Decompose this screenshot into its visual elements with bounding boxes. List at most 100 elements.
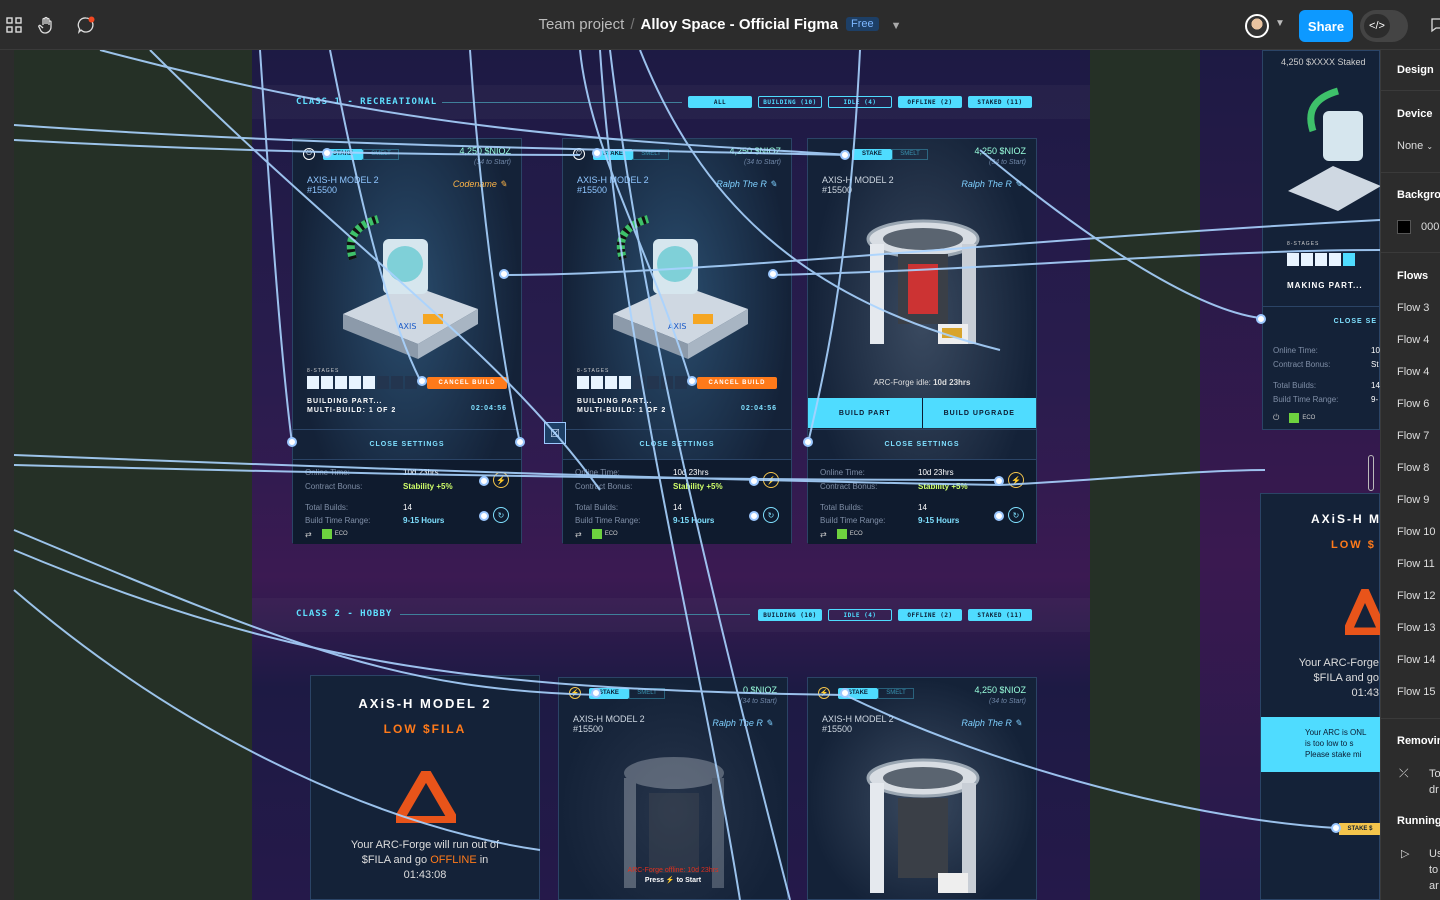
smelt-button[interactable]: SMELT	[633, 148, 669, 160]
owner-name[interactable]: Codename ✎	[453, 179, 507, 190]
flow-item[interactable]: Flow 12	[1397, 590, 1436, 602]
tab-design[interactable]: Design	[1397, 64, 1434, 76]
stake-button[interactable]: STAKE	[852, 148, 892, 160]
connection-node[interactable]	[803, 437, 813, 447]
flow-item[interactable]: Flow 4	[1397, 366, 1429, 378]
notification-icon[interactable]	[1426, 13, 1440, 37]
owner-name[interactable]: Ralph The R ✎	[712, 718, 773, 729]
flow-item[interactable]: Flow 7	[1397, 430, 1429, 442]
close-icon[interactable]: ☒	[544, 422, 566, 444]
connection-node[interactable]	[994, 511, 1004, 521]
connection-node[interactable]	[499, 269, 509, 279]
bolt-icon[interactable]: ⚡	[1008, 472, 1024, 488]
smelt-button[interactable]: SMELT	[363, 148, 399, 160]
chevron-down-icon[interactable]: ▼	[1275, 18, 1285, 29]
background-value[interactable]: 000	[1421, 221, 1439, 233]
filter-pill[interactable]: BUILDING (10)	[758, 96, 822, 108]
connection-node[interactable]	[287, 437, 297, 447]
flow-item[interactable]: Flow 9	[1397, 494, 1429, 506]
flow-item[interactable]: Flow 11	[1397, 558, 1435, 570]
connection-node[interactable]	[687, 376, 697, 386]
flow-item[interactable]: Flow 13	[1397, 622, 1436, 634]
owner-name[interactable]: Ralph The R ✎	[961, 718, 1022, 729]
design-canvas[interactable]: CLASS 1 - RECREATIONAL ALL BUILDING (10)…	[0, 50, 1380, 900]
swap-icon[interactable]: ⇄	[820, 530, 827, 539]
cancel-build-button[interactable]: CANCEL BUILD	[427, 377, 507, 389]
edit-icon[interactable]: ✎	[769, 179, 777, 189]
close-settings-button[interactable]: CLOSE SETTINGS	[563, 429, 791, 459]
bolt-icon[interactable]: ⚡	[493, 472, 509, 488]
flow-item[interactable]: Flow 3	[1397, 302, 1429, 314]
connection-node[interactable]	[479, 476, 489, 486]
dev-mode-toggle[interactable]: </>	[1360, 10, 1408, 42]
avatar[interactable]	[1245, 14, 1269, 38]
build-upgrade-button[interactable]: BUILD UPGRADE	[921, 398, 1037, 428]
connection-node[interactable]	[994, 476, 1004, 486]
device-select[interactable]: None ⌄	[1397, 140, 1433, 152]
close-settings-button[interactable]: CLOSE SE	[1263, 306, 1379, 336]
flow-item[interactable]: Flow 14	[1397, 654, 1436, 666]
owner-name[interactable]: Ralph The R ✎	[716, 179, 777, 190]
play-icon[interactable]: ▷	[1401, 847, 1409, 860]
close-settings-button[interactable]: CLOSE SETTINGS	[808, 429, 1036, 459]
power-icon[interactable]: ⏻	[1273, 413, 1279, 423]
filter-pill[interactable]: IDLE (4)	[828, 609, 892, 621]
connection-node[interactable]	[840, 150, 850, 160]
connection-node[interactable]	[479, 511, 489, 521]
filter-pill[interactable]: ALL	[688, 96, 752, 108]
connection-node[interactable]	[592, 148, 602, 158]
low-fila-card[interactable]: AXiS-H MODEL 2 LOW $FILA Your ARC-Forge …	[310, 675, 540, 900]
build-part-button[interactable]: BUILD PART	[808, 398, 922, 428]
edit-icon[interactable]: ✎	[499, 179, 507, 189]
connection-node[interactable]	[768, 269, 778, 279]
smelt-button[interactable]: SMELT	[629, 687, 665, 699]
machine-card[interactable]: ⚡ STAKE SMELT 4,250 $NIOZ (34 to Start) A…	[807, 677, 1037, 900]
bolt-icon[interactable]: ⚡	[763, 472, 779, 488]
connection-node[interactable]	[515, 437, 525, 447]
refresh-icon[interactable]: ↻	[493, 507, 509, 523]
power-icon[interactable]: ⏻	[303, 148, 315, 160]
connection-node[interactable]	[1256, 314, 1266, 324]
filter-pill[interactable]: OFFLINE (2)	[898, 609, 962, 621]
flow-item[interactable]: Flow 4	[1397, 334, 1429, 346]
connection-node[interactable]	[322, 148, 332, 158]
connection-node[interactable]	[840, 688, 850, 698]
smelt-button[interactable]: SMELT	[878, 687, 914, 699]
flow-item[interactable]: Flow 6	[1397, 398, 1429, 410]
connection-node[interactable]	[749, 511, 759, 521]
refresh-icon[interactable]: ↻	[1008, 507, 1024, 523]
close-settings-button[interactable]: CLOSE SETTINGS	[293, 429, 521, 459]
swap-icon[interactable]: ⇄	[305, 530, 312, 539]
connection-node[interactable]	[1331, 823, 1341, 833]
owner-name[interactable]: Ralph The R ✎	[961, 179, 1022, 190]
chevron-down-icon[interactable]: ▼	[891, 20, 902, 32]
edit-icon[interactable]: ✎	[1014, 179, 1022, 189]
bolt-icon[interactable]: ⚡	[818, 687, 830, 699]
smelt-button[interactable]: SMELT	[892, 148, 928, 160]
filter-pill[interactable]: IDLE (4)	[828, 96, 892, 108]
project-name[interactable]: Team project	[538, 16, 624, 33]
power-icon[interactable]: ⏻	[573, 148, 585, 160]
connection-node[interactable]	[591, 688, 601, 698]
filter-pill[interactable]: BUILDING (10)	[758, 609, 822, 621]
flow-item[interactable]: Flow 8	[1397, 462, 1429, 474]
refresh-icon[interactable]: ↻	[763, 507, 779, 523]
bolt-icon[interactable]: ⚡	[569, 687, 581, 699]
scroll-handle[interactable]	[1368, 455, 1374, 491]
cancel-build-button[interactable]: CANCEL BUILD	[697, 377, 777, 389]
stake-button[interactable]: STAKE $	[1339, 823, 1380, 835]
filter-pill[interactable]: STAKED (11)	[968, 96, 1032, 108]
file-name[interactable]: Alloy Space - Official Figma	[640, 16, 838, 33]
share-button[interactable]: Share	[1299, 10, 1353, 42]
background-swatch[interactable]	[1397, 220, 1411, 234]
side-low-fila-card[interactable]: AXiS-H M LOW $ Your ARC-Forge $FILA and …	[1260, 493, 1380, 900]
filter-pill[interactable]: STAKED (11)	[968, 609, 1032, 621]
connection-node[interactable]	[749, 476, 759, 486]
filter-pill[interactable]: OFFLINE (2)	[898, 96, 962, 108]
machine-card[interactable]: ⚡ STAKE SMELT 0 $NIOZ (34 to Start) AXIS-…	[558, 677, 788, 900]
side-machine-card[interactable]: 4,250 $XXXX Staked 8-STAGES MAKING PART.…	[1262, 50, 1380, 430]
flow-item[interactable]: Flow 10	[1397, 526, 1436, 538]
edit-icon[interactable]: ✎	[1014, 718, 1022, 728]
edit-icon[interactable]: ✎	[765, 718, 773, 728]
flow-item[interactable]: Flow 15	[1397, 686, 1436, 698]
